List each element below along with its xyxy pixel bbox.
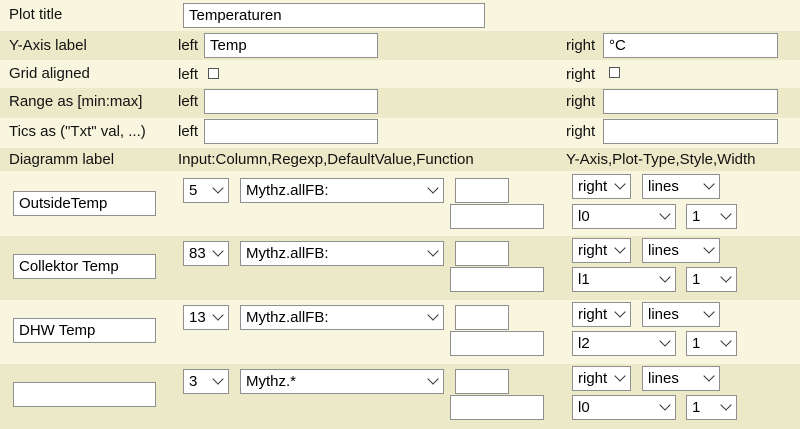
series-plot-type-select[interactable]: lines xyxy=(642,302,720,327)
series-label-input[interactable] xyxy=(13,318,156,343)
grid-aligned-label: Grid aligned xyxy=(9,65,90,82)
row-series-header: Diagramm label Input:Column,Regexp,Defau… xyxy=(0,148,800,171)
yaxis-left-label: left xyxy=(178,37,199,54)
range-label: Range as [min:max] xyxy=(9,93,143,110)
header-input: Input:Column,Regexp,DefaultValue,Functio… xyxy=(178,151,474,168)
series-style-select[interactable]: l1 xyxy=(572,267,676,292)
series-style-select[interactable]: l0 xyxy=(572,204,676,229)
series-regexp-select[interactable]: Mythz.allFB: xyxy=(240,178,444,203)
tics-right-label: right xyxy=(566,123,596,140)
chevron-down-icon xyxy=(703,370,715,382)
row-grid-aligned: Grid aligned left right xyxy=(0,60,800,88)
chevron-down-icon xyxy=(427,309,439,321)
grid-right-label: right xyxy=(566,66,596,83)
chevron-down-icon xyxy=(212,182,224,194)
range-right-label: right xyxy=(566,93,596,110)
chevron-down-icon xyxy=(659,271,671,283)
row-yaxis-label: Y-Axis label left right xyxy=(0,31,800,60)
chevron-down-icon xyxy=(427,245,439,257)
yaxis-left-input[interactable] xyxy=(204,33,378,58)
series-width-select[interactable]: 1 xyxy=(686,267,737,292)
series-plot-type-select[interactable]: lines xyxy=(642,366,720,391)
range-right-input[interactable] xyxy=(603,89,778,114)
yaxis-label-label: Y-Axis label xyxy=(9,37,87,54)
series-style-select[interactable]: l0 xyxy=(572,395,676,420)
tics-right-input[interactable] xyxy=(603,119,778,144)
chevron-down-icon xyxy=(212,309,224,321)
series-regexp-select[interactable]: Mythz.allFB: xyxy=(240,305,444,330)
yaxis-right-label: right xyxy=(566,37,596,54)
series-axis-select[interactable]: right xyxy=(572,238,631,263)
chevron-down-icon xyxy=(427,182,439,194)
chevron-down-icon xyxy=(720,271,732,283)
header-diagram-label: Diagramm label xyxy=(9,151,115,168)
chevron-down-icon xyxy=(703,242,715,254)
series-column-select[interactable]: 13 xyxy=(183,305,229,330)
yaxis-right-input[interactable] xyxy=(603,33,778,58)
header-yaxis: Y-Axis,Plot-Type,Style,Width xyxy=(566,151,756,168)
chevron-down-icon xyxy=(720,335,732,347)
series-row: 5 Mythz.allFB: right lines l0 1 xyxy=(0,171,800,236)
plot-title-label: Plot title xyxy=(9,6,63,23)
series-label-input[interactable] xyxy=(13,382,156,407)
series-plot-type-select[interactable]: lines xyxy=(642,174,720,199)
series-axis-select[interactable]: right xyxy=(572,366,631,391)
chevron-down-icon xyxy=(659,399,671,411)
range-left-input[interactable] xyxy=(204,89,378,114)
chevron-down-icon xyxy=(614,242,626,254)
series-function-input[interactable] xyxy=(450,331,544,356)
chevron-down-icon xyxy=(703,306,715,318)
series-width-select[interactable]: 1 xyxy=(686,204,737,229)
series-default-input[interactable] xyxy=(455,241,509,266)
tics-label: Tics as ("Txt" val, ...) xyxy=(9,123,146,140)
series-default-input[interactable] xyxy=(455,178,509,203)
chevron-down-icon xyxy=(212,373,224,385)
series-plot-type-select[interactable]: lines xyxy=(642,238,720,263)
chevron-down-icon xyxy=(614,178,626,190)
row-tics: Tics as ("Txt" val, ...) left right xyxy=(0,118,800,148)
series-row: 3 Mythz.* right lines l0 1 xyxy=(0,364,800,429)
plot-editor-form: Plot title Y-Axis label left right Grid … xyxy=(0,0,800,429)
series-column-select[interactable]: 3 xyxy=(183,369,229,394)
chevron-down-icon xyxy=(659,335,671,347)
row-range: Range as [min:max] left right xyxy=(0,88,800,118)
grid-right-checkbox[interactable] xyxy=(609,67,620,78)
series-function-input[interactable] xyxy=(450,395,544,420)
series-width-select[interactable]: 1 xyxy=(686,395,737,420)
series-function-input[interactable] xyxy=(450,267,544,292)
series-column-select[interactable]: 5 xyxy=(183,178,229,203)
grid-left-checkbox[interactable] xyxy=(208,68,219,79)
series-column-select[interactable]: 83 xyxy=(183,241,229,266)
series-regexp-select[interactable]: Mythz.* xyxy=(240,369,444,394)
chevron-down-icon xyxy=(659,208,671,220)
series-style-select[interactable]: l2 xyxy=(572,331,676,356)
tics-left-input[interactable] xyxy=(204,119,378,144)
chevron-down-icon xyxy=(427,373,439,385)
chevron-down-icon xyxy=(720,399,732,411)
plot-title-input[interactable] xyxy=(183,3,485,28)
series-axis-select[interactable]: right xyxy=(572,302,631,327)
chevron-down-icon xyxy=(614,370,626,382)
chevron-down-icon xyxy=(212,245,224,257)
chevron-down-icon xyxy=(703,178,715,190)
row-plot-title: Plot title xyxy=(0,0,800,31)
tics-left-label: left xyxy=(178,123,199,140)
chevron-down-icon xyxy=(614,306,626,318)
range-left-label: left xyxy=(178,93,199,110)
chevron-down-icon xyxy=(720,208,732,220)
series-default-input[interactable] xyxy=(455,305,509,330)
series-axis-select[interactable]: right xyxy=(572,174,631,199)
series-label-input[interactable] xyxy=(13,191,156,216)
series-width-select[interactable]: 1 xyxy=(686,331,737,356)
series-function-input[interactable] xyxy=(450,204,544,229)
series-row: 13 Mythz.allFB: right lines l2 1 xyxy=(0,300,800,364)
series-regexp-select[interactable]: Mythz.allFB: xyxy=(240,241,444,266)
series-label-input[interactable] xyxy=(13,254,156,279)
grid-left-label: left xyxy=(178,66,199,83)
series-default-input[interactable] xyxy=(455,369,509,394)
series-row: 83 Mythz.allFB: right lines l1 1 xyxy=(0,236,800,300)
